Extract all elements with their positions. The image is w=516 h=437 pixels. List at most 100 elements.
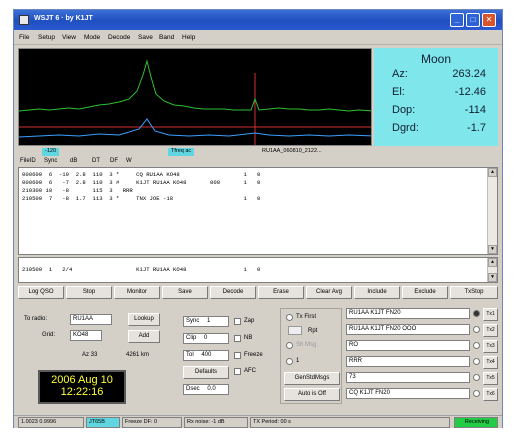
moon-info-panel: Moon Az: 263.24 El: -12.46 Dop: -114 Dgr… xyxy=(374,48,498,146)
tx6-button[interactable]: Tx6 xyxy=(483,388,498,401)
file-name: RU1AA_060810_2122... xyxy=(262,148,322,154)
erase-button[interactable]: Erase xyxy=(258,286,304,299)
freeze-label: Freeze xyxy=(244,352,263,358)
scroll-down-icon[interactable]: ▼ xyxy=(488,245,497,254)
decode-line: 210300 10 -8 115 3 RRR xyxy=(22,187,133,194)
tx1-button[interactable]: Tx1 xyxy=(483,308,498,321)
decoded-text-area[interactable]: 000600 6 -19 2.8 110 3 * CQ RU1AA KO48 1… xyxy=(18,167,498,255)
defaults-button[interactable]: Defaults xyxy=(183,366,229,379)
tx1-message[interactable]: RU1AA K1JT FN20 xyxy=(346,308,470,319)
gen-std-msgs-button[interactable]: GenStdMsgs xyxy=(284,372,340,385)
auto-off-button[interactable]: Auto is Off xyxy=(284,388,340,401)
freeze-checkbox[interactable] xyxy=(234,352,241,359)
clear-avg-button[interactable]: Clear Avg xyxy=(306,286,352,299)
col-df: DF xyxy=(110,158,118,164)
tx4-radio[interactable] xyxy=(473,358,480,365)
tx6-radio[interactable] xyxy=(473,390,480,397)
tx6-message[interactable]: CQ K1JT FN20 xyxy=(346,388,470,399)
tx3-message[interactable]: RO xyxy=(346,340,470,351)
tx2-radio[interactable] xyxy=(473,326,480,333)
status-mode: JT65B xyxy=(86,417,120,428)
status-receiving: Receiving xyxy=(454,417,498,428)
spectrum-display[interactable] xyxy=(18,48,372,146)
monitor-button[interactable]: Monitor xyxy=(114,286,160,299)
dop-value: -114 xyxy=(464,104,486,116)
tol-label: Tol xyxy=(186,352,194,358)
tx4-message[interactable]: RRR xyxy=(346,356,470,367)
menu-decode[interactable]: Decode xyxy=(108,34,130,41)
window-title: WSJT 6 · by K1JT xyxy=(34,15,93,22)
scroll-up-icon[interactable]: ▲ xyxy=(488,258,497,267)
decode-button[interactable]: Decode xyxy=(210,286,256,299)
menu-bar: File Setup View Mode Decode Save Band He… xyxy=(14,31,502,45)
sh-msg-radio[interactable] xyxy=(286,342,293,349)
lower-panel: To radio: RU1AA Grid: KO48 Lookup Add Az… xyxy=(18,302,498,412)
tx-first-radio[interactable] xyxy=(286,314,293,321)
tx1-radio[interactable] xyxy=(473,310,480,317)
moon-az-row: Az: 263.24 xyxy=(378,68,490,84)
tx5-message[interactable]: 73 xyxy=(346,372,470,383)
decode-scrollbar[interactable]: ▲ ▼ xyxy=(487,168,497,254)
tx5-radio[interactable] xyxy=(473,374,480,381)
clip-value: 0 xyxy=(204,335,208,341)
utc-clock: 2006 Aug 10 12:22:16 xyxy=(38,370,126,404)
zap-checkbox[interactable] xyxy=(234,318,241,325)
menu-band[interactable]: Band xyxy=(159,34,174,41)
to-radio-field[interactable]: RU1AA xyxy=(70,314,112,325)
scroll-down-icon[interactable]: ▼ xyxy=(488,273,497,282)
close-button[interactable]: ✕ xyxy=(482,13,496,27)
tx2-message[interactable]: RU1AA K1JT FN20 OOO xyxy=(346,324,470,335)
maximize-button[interactable]: □ xyxy=(466,13,480,27)
clip-label: Clip xyxy=(186,335,197,341)
menu-save[interactable]: Save xyxy=(138,34,153,41)
minimize-button[interactable]: _ xyxy=(450,13,464,27)
tol-field[interactable]: Tol 400 xyxy=(183,350,229,361)
average-scrollbar[interactable]: ▲ ▼ xyxy=(487,258,497,282)
grid-field[interactable]: KO48 xyxy=(70,330,102,341)
dgrd-value: -1.7 xyxy=(467,122,486,134)
clip-field[interactable]: Clip 0 xyxy=(183,333,229,344)
dsec-field[interactable]: Dsec 0.0 xyxy=(183,384,229,395)
azimuth-text: Az 33 xyxy=(82,352,98,358)
lookup-button[interactable]: Lookup xyxy=(128,313,160,326)
sync-field[interactable]: Sync 1 xyxy=(183,316,229,327)
afc-checkbox[interactable] xyxy=(234,368,241,375)
az-label: Az: xyxy=(392,68,408,80)
stop-button[interactable]: Stop xyxy=(66,286,112,299)
rpt-label: Rpt xyxy=(308,328,318,334)
status-rx-noise: Rx noise: -1 dB xyxy=(184,417,248,428)
add-button[interactable]: Add xyxy=(128,330,160,343)
title-bar: WSJT 6 · by K1JT _ □ ✕ xyxy=(14,10,502,30)
tx-stop-button[interactable]: TxStop xyxy=(450,286,498,299)
grid-label: Grid: xyxy=(42,332,56,338)
tx5-button[interactable]: Tx5 xyxy=(483,372,498,385)
menu-file[interactable]: File xyxy=(19,34,29,41)
az-value: 263.24 xyxy=(452,68,486,80)
menu-mode[interactable]: Mode xyxy=(84,34,100,41)
tx3-button[interactable]: Tx3 xyxy=(483,340,498,353)
col-dt: DT xyxy=(92,158,100,164)
freq-mid: Tfreq ac xyxy=(168,148,195,156)
col-fileid: FileID xyxy=(20,158,36,164)
shmsg-value-radio[interactable] xyxy=(286,358,293,365)
menu-help[interactable]: Help xyxy=(182,34,195,41)
sync-label: Sync xyxy=(186,318,200,324)
tx2-button[interactable]: Tx2 xyxy=(483,324,498,337)
afc-label: AFC xyxy=(244,368,256,374)
menu-view[interactable]: View xyxy=(62,34,76,41)
scroll-up-icon[interactable]: ▲ xyxy=(488,168,497,177)
exclude-button[interactable]: Exclude xyxy=(402,286,448,299)
tx4-button[interactable]: Tx4 xyxy=(483,356,498,369)
save-button[interactable]: Save xyxy=(162,286,208,299)
col-sync: Sync xyxy=(44,158,58,164)
menu-setup[interactable]: Setup xyxy=(38,34,55,41)
include-button[interactable]: Include xyxy=(354,286,400,299)
rpt-field[interactable] xyxy=(288,326,302,335)
average-text-area[interactable]: 210500 1 2/4 K1JT RU1AA KO48 1 0 ▲ ▼ xyxy=(18,257,498,283)
dop-label: Dop: xyxy=(392,104,416,116)
log-qso-button[interactable]: Log QSO xyxy=(18,286,64,299)
nb-checkbox[interactable] xyxy=(234,335,241,342)
dsec-label: Dsec xyxy=(186,386,200,392)
average-line: 210500 1 2/4 K1JT RU1AA KO48 1 0 xyxy=(22,266,261,273)
tx3-radio[interactable] xyxy=(473,342,480,349)
